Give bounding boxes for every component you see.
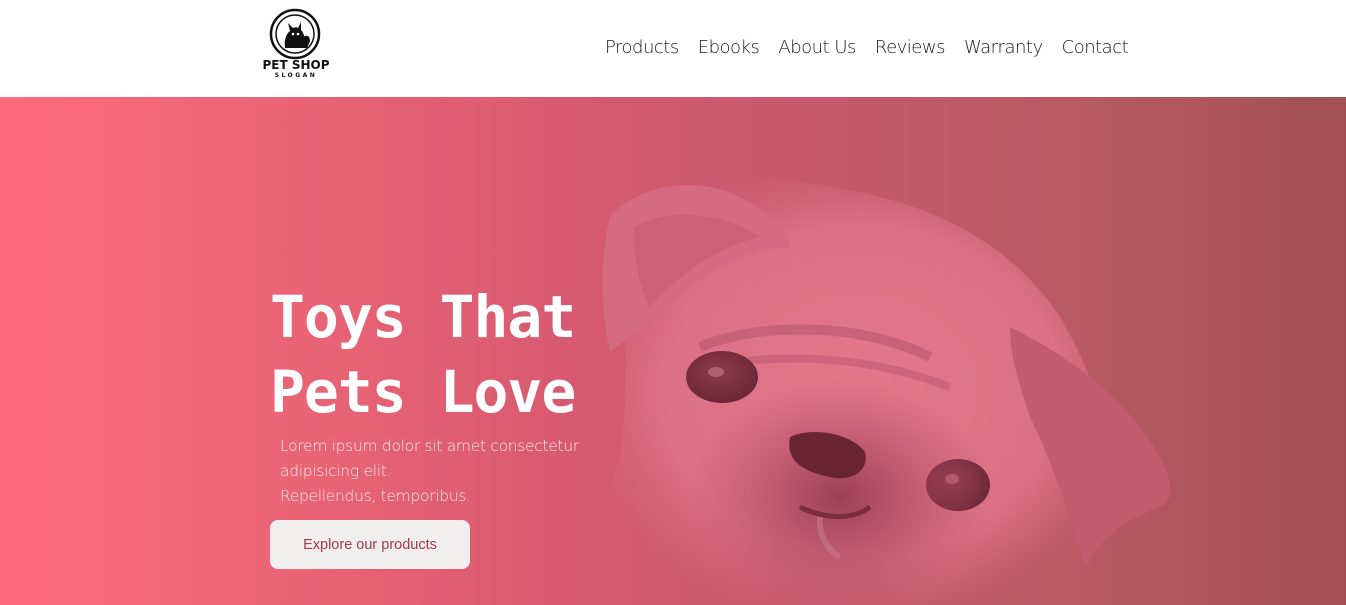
hero-desc-line-1: Lorem ipsum dolor sit amet consectetur <box>280 437 579 455</box>
brand-name: PET SHOP <box>262 58 330 72</box>
pug-photo <box>596 176 1171 605</box>
nav-reviews[interactable]: Reviews <box>875 36 946 60</box>
hero-title-line-2: Pets Love <box>270 358 576 426</box>
explore-products-button[interactable]: Explore our products <box>270 520 470 569</box>
main-nav: Products Ebooks About Us Reviews Warrant… <box>605 36 1129 60</box>
hero-desc-line-2: adipisicing elit. <box>280 462 392 480</box>
nav-products[interactable]: Products <box>605 36 679 60</box>
hero-desc-line-3: Repellendus, temporibus. <box>280 487 471 505</box>
nav-warranty[interactable]: Warranty <box>964 36 1043 60</box>
hero-section: Toys That Pets Love Lorem ipsum dolor si… <box>0 97 1346 605</box>
brand-slogan: SLOGAN <box>274 72 318 79</box>
hero-description: Lorem ipsum dolor sit amet consectetur a… <box>280 434 620 509</box>
site-header: PET SHOP SLOGAN Products Ebooks About Us… <box>0 0 1346 97</box>
hero-title: Toys That Pets Love <box>270 280 650 430</box>
nav-about-us[interactable]: About Us <box>778 36 856 60</box>
pet-logo-icon <box>269 8 321 60</box>
brand-logo[interactable]: PET SHOP SLOGAN <box>257 8 335 84</box>
nav-contact[interactable]: Contact <box>1062 36 1129 60</box>
nav-ebooks[interactable]: Ebooks <box>698 36 760 60</box>
hero-title-line-1: Toys That <box>270 283 576 351</box>
